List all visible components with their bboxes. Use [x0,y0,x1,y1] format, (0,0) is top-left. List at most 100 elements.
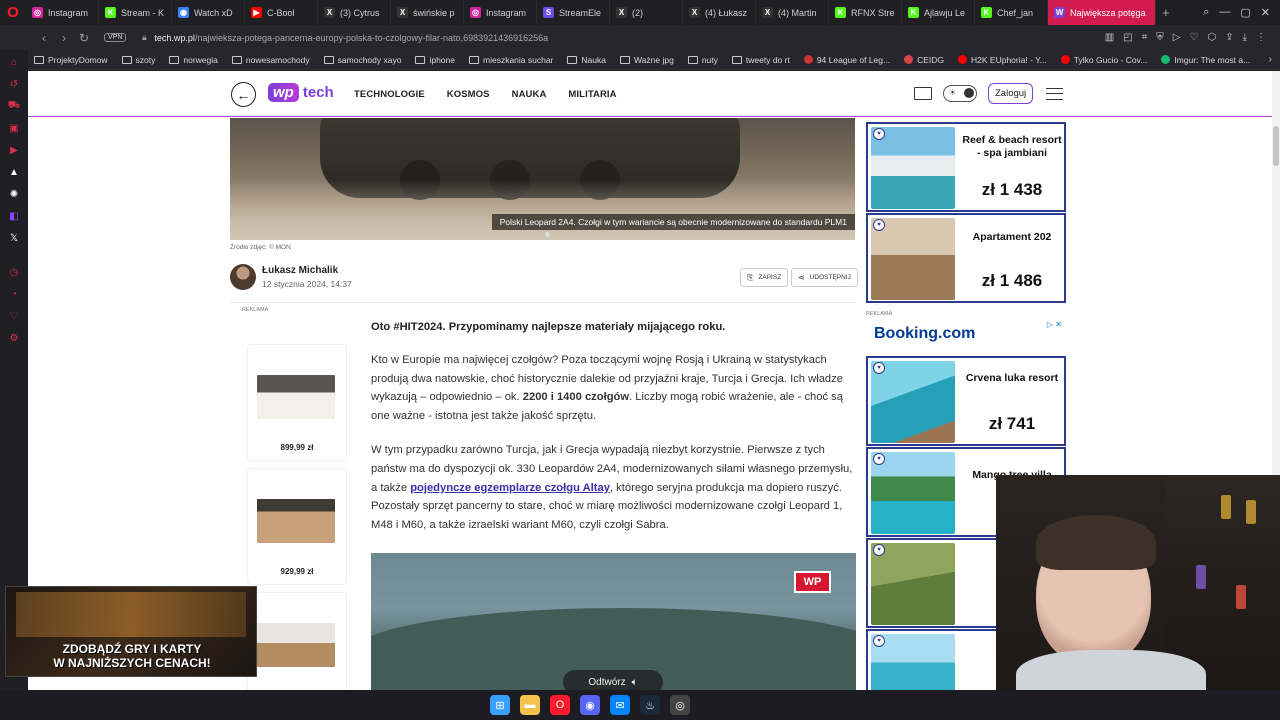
url-field[interactable]: tech.wp.pl/najwieksza-potega-pancerna-eu… [154,33,548,43]
author-name[interactable]: Łukasz Michalik [262,265,352,276]
steam-icon[interactable]: ♨ [640,695,660,715]
browser-tab[interactable]: ◎ Instagram [26,0,99,25]
obs-icon[interactable]: ◎ [670,695,690,715]
more-menu-icon[interactable]: ⋮ [1256,32,1266,43]
chatgpt-icon[interactable]: ✺ [6,186,22,202]
opera-icon[interactable]: O [550,695,570,715]
sidebar-toggle-icon[interactable]: ▥ [1105,32,1114,43]
browser-tab[interactable]: ◉ Watch xD [172,0,245,25]
browser-tab[interactable]: K Ajlawju Le [902,0,975,25]
product-card[interactable]: 899,99 zł [247,344,347,461]
bookmark-folder[interactable]: szoty [121,55,155,65]
maximize-icon[interactable]: ▢ [1240,6,1250,19]
bookmark-link[interactable]: Tylko Gucio - Cov... [1060,55,1147,65]
browser-tab[interactable]: X (2) [610,0,683,25]
windows-start-icon[interactable]: ⊞ [490,695,510,715]
scrollbar-thumb[interactable] [1273,126,1279,166]
bookmark-link[interactable]: 94 League of Leg... [803,55,890,65]
browser-tab[interactable]: ◎ Instagram [464,0,537,25]
reload-icon[interactable]: ↻ [74,31,94,45]
menu-item-nauka[interactable]: NAUKA [512,89,547,100]
discord-icon[interactable]: ◉ [580,695,600,715]
hotel-card[interactable]: ♥ Reef & beach resort - spa jambiani zł … [866,122,1066,212]
bookmark-folder[interactable]: mieszkania suchar [469,55,553,65]
browser-tab[interactable]: Xświńskie p [391,0,464,25]
twitch-icon[interactable]: ◧ [6,208,22,224]
browser-tab[interactable]: K RFNX Stre [829,0,902,25]
settings-icon[interactable]: ⚙ [6,330,22,346]
history-icon[interactable]: ↺ [6,76,22,92]
bookmark-folder[interactable]: samochody xayo [323,55,401,65]
x-twitter-icon[interactable]: 𝕏 [6,230,22,246]
mail-icon[interactable] [914,87,932,100]
timer-icon[interactable]: ◔ [6,286,22,302]
browser-tab[interactable]: W Największa potęga [1048,0,1156,25]
player-icon[interactable]: ▶ [6,142,22,158]
wp-tech-logo[interactable]: wp tech [268,83,334,102]
back-arrow-icon[interactable]: ‹ [34,31,54,45]
file-explorer-icon[interactable]: ▬ [520,695,540,715]
play-icon[interactable]: ▷ [1173,32,1181,43]
bookmark-folder[interactable]: ProjektyDomow [34,55,108,65]
vpn-badge[interactable]: VPN [104,33,127,42]
back-button[interactable]: ← [231,82,256,107]
new-tab-button[interactable]: + [1156,5,1176,20]
search-icon[interactable]: ⌕ [1203,6,1209,19]
hotel-card[interactable]: ♥ Crvena luka resort zł 741 [866,356,1066,446]
bookmark-folder[interactable]: iphone [415,55,455,65]
heart-icon[interactable]: ♥ [873,453,885,465]
crop-icon[interactable]: ⌗ [1142,32,1148,43]
bookmark-link[interactable]: Imgur: The most a... [1161,55,1250,65]
browser-tab[interactable]: K Chef_jan [975,0,1048,25]
aria-icon[interactable]: ▲ [6,164,22,180]
messenger-icon[interactable]: ✉ [610,695,630,715]
promo-overlay[interactable]: ZDOBĄDŹ GRY I KARTY W NAJNIŻSZYCH CENACH… [5,586,257,677]
extensions-icon[interactable]: ⬡ [1207,32,1216,43]
avatar[interactable] [230,264,256,290]
home-icon[interactable]: ⌂ [6,54,22,70]
browser-tab[interactable]: X (4) Łukasz [683,0,756,25]
booking-ad-header[interactable]: Booking.com ▷ ✕ [866,318,1066,354]
bookmark-folder[interactable]: nowesamochody [231,55,310,65]
save-button[interactable]: ⎘ ZAPISZ [740,268,789,287]
wallet-icon[interactable]: ▣ [6,120,22,136]
browser-tab[interactable]: ▶ C-Bool [245,0,318,25]
hamburger-menu-icon[interactable] [1046,87,1064,100]
heart-icon[interactable]: ♡ [1189,32,1198,43]
bookmark-link[interactable]: CEIDG [904,55,944,65]
bookmark-folder[interactable]: nuty [687,55,718,65]
close-icon[interactable]: ✕ [1261,6,1270,19]
volume-icon[interactable]: 🔈︎ [632,677,638,688]
opera-menu-icon[interactable]: O [0,0,26,25]
video-player[interactable]: WP Odtwórz 🔈︎ [371,553,856,690]
heart-icon[interactable]: ♥ [873,362,885,374]
shopping-icon[interactable]: ⛟ [6,98,22,114]
browser-tab[interactable]: K Stream - K [99,0,172,25]
browser-tab[interactable]: S StreamEle [537,0,610,25]
heart-icon[interactable]: ♥ [873,219,885,231]
heart-icon[interactable]: ♥ [873,544,885,556]
adchoices-close-icon[interactable]: ▷ ✕ [1047,320,1062,329]
product-card[interactable] [247,592,347,690]
bookmarks-icon[interactable]: ♡ [6,308,22,324]
download-icon[interactable]: ⤓ [1243,32,1247,43]
forward-arrow-icon[interactable]: › [54,31,74,45]
menu-item-technologie[interactable]: TECHNOLOGIE [354,89,425,100]
bookmark-folder[interactable]: Ważne jpg [619,55,674,65]
browser-tab[interactable]: X (4) Martin [756,0,829,25]
minimize-icon[interactable]: — [1219,6,1230,19]
hotel-card[interactable]: ♥ Apartament 202 zł 1 486 [866,213,1066,303]
share-icon[interactable]: ⇪ [1225,32,1233,43]
share-button[interactable]: ⋖ UDOSTĘPNIJ [791,268,858,287]
video-controls[interactable]: Odtwórz 🔈︎ [563,670,663,690]
heart-icon[interactable]: ♥ [873,635,885,647]
carousel-dot[interactable] [545,232,550,237]
altay-link[interactable]: pojedyncze egzemplarze czołgu Altay [410,482,610,494]
bookmark-folder[interactable]: norwegia [169,55,218,65]
clock-icon[interactable]: ◷ [6,264,22,280]
browser-tab[interactable]: X (3) Cytrus [318,0,391,25]
bookmarks-overflow-icon[interactable]: › [1269,54,1280,65]
menu-item-kosmos[interactable]: KOSMOS [447,89,490,100]
shield-icon[interactable]: ⛨ [1156,32,1164,43]
menu-item-militaria[interactable]: MILITARIA [568,89,616,100]
